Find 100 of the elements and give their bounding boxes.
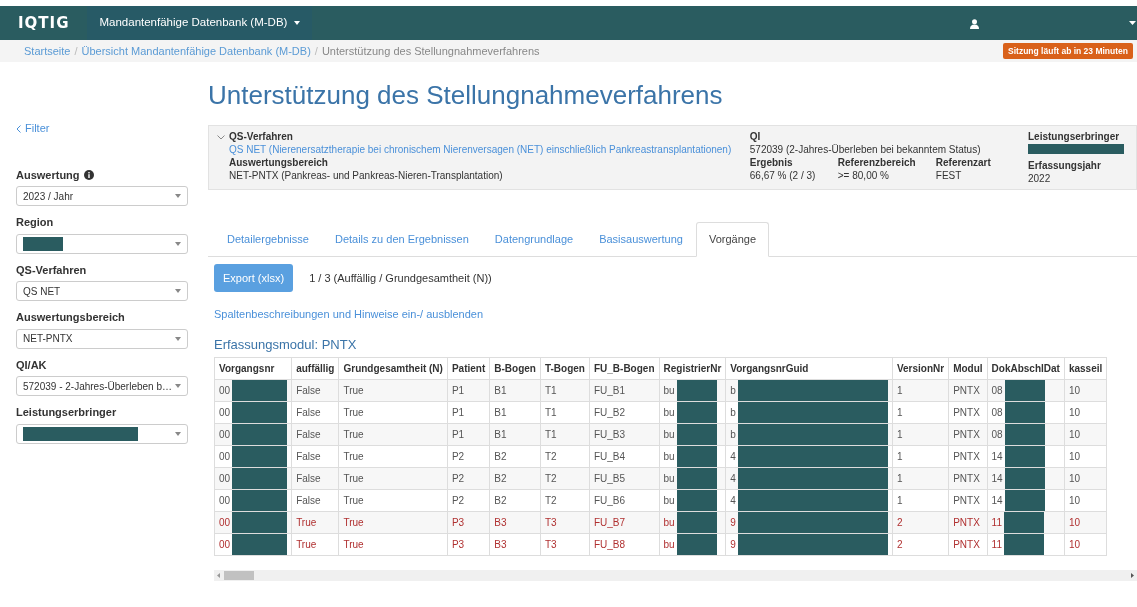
filter-label: Leistungserbringer: [16, 405, 117, 420]
caret-icon[interactable]: [175, 431, 181, 436]
caret-icon[interactable]: [175, 336, 181, 341]
table-cell-text: False: [296, 472, 321, 487]
column-header[interactable]: kasseil: [1064, 357, 1107, 380]
filter-select[interactable]: [16, 233, 188, 254]
breadcrumb-separator: /: [73, 43, 79, 59]
tab[interactable]: Vorgänge: [695, 222, 770, 257]
table-cell-text: 1: [896, 472, 903, 487]
info-icon[interactable]: [83, 169, 94, 180]
tab[interactable]: Details zu den Ergebnissen: [321, 222, 482, 257]
caret-icon[interactable]: [175, 289, 181, 293]
table-cell-text: B1: [494, 406, 507, 421]
column-header[interactable]: T-Bogen: [540, 357, 590, 380]
column-header[interactable]: Grundgesamtheit (N): [338, 357, 448, 380]
column-header[interactable]: VersionNr: [892, 357, 949, 380]
table-cell-text: False: [296, 450, 321, 465]
table-cell-text: True: [343, 450, 364, 465]
caret-icon[interactable]: [294, 21, 301, 25]
column-header[interactable]: FU_B-Bogen: [589, 357, 659, 380]
arrow-left-icon[interactable]: [217, 573, 220, 579]
module-heading: Erfassungsmodul: PNTX: [214, 335, 358, 354]
arrow-right-icon[interactable]: [1131, 573, 1134, 579]
table-cell-text: True: [343, 384, 364, 399]
table-cell-text: T2: [544, 494, 557, 509]
table-cell-text: b: [730, 384, 736, 399]
filter-select[interactable]: NET-PNTX: [16, 328, 188, 349]
table-cell-text: 10: [1068, 538, 1081, 553]
table-cell-text: FU_B1: [593, 384, 626, 399]
scrollbar-thumb[interactable]: [224, 571, 254, 581]
table-cell-text: False: [296, 406, 321, 421]
table-cell-text: False: [296, 428, 321, 443]
table-cell-text: True: [343, 428, 364, 443]
filter-select[interactable]: 572039 - 2-Jahres-Überleben b…: [16, 376, 188, 396]
table-cell-text: 11: [991, 538, 1002, 553]
column-header[interactable]: RegistrierNr: [659, 357, 726, 380]
session-timer-badge: Sitzung läuft ab in 23 Minuten: [1003, 42, 1133, 60]
app-menu-dropdown[interactable]: Mandantenfähige Datenbank (M-DB): [87, 6, 313, 40]
table-cell-text: T1: [544, 428, 557, 443]
breadcrumb-separator: /: [313, 43, 319, 59]
field-label: QI: [749, 130, 762, 144]
table-cell-text: bu: [663, 516, 675, 531]
caret-icon[interactable]: [175, 194, 181, 198]
column-header[interactable]: VorgangsnrGuid: [725, 357, 893, 380]
table-cell-text: 00: [219, 516, 231, 531]
breadcrumb-current: Unterstützung des Stellungnahmeverfahrens: [321, 43, 540, 59]
caret-icon[interactable]: [175, 384, 181, 388]
table-cell-text: 1: [896, 384, 903, 399]
filter-select[interactable]: QS NET: [16, 281, 188, 301]
table-cell-text: 1: [896, 406, 903, 421]
table-cell-text: PNTX: [953, 384, 980, 399]
column-header[interactable]: Vorgangsnr: [214, 357, 292, 380]
horizontal-scrollbar[interactable]: [214, 570, 1137, 582]
user-icon[interactable]: [970, 18, 979, 29]
table-cell-text: B1: [494, 384, 507, 399]
filter-select[interactable]: 2023 / Jahr: [16, 186, 188, 206]
table-cell-text: bu: [663, 384, 675, 399]
table-cell-text: P1: [451, 428, 465, 443]
caret-icon[interactable]: [1129, 21, 1136, 25]
column-header[interactable]: Patient: [447, 357, 490, 380]
table-cell-text: 10: [1068, 494, 1081, 509]
table-cell-text: 00: [219, 450, 231, 465]
table-cell-text: 10: [1068, 406, 1081, 421]
table-cell-text: P2: [451, 472, 465, 487]
brand-logo[interactable]: IQTIG: [0, 11, 88, 35]
table-cell-text: B1: [494, 428, 507, 443]
table-cell-text: b: [730, 406, 736, 421]
filter-label: Region: [16, 215, 54, 230]
column-header[interactable]: B-Bogen: [489, 357, 541, 380]
field-value: NET-PNTX (Pankreas- und Pankreas-Nieren-Transplantation): [229, 169, 504, 183]
field-label: Ergebnis: [749, 156, 794, 170]
column-header[interactable]: Modul: [948, 357, 988, 380]
column-header[interactable]: DokAbschlDat: [987, 357, 1065, 380]
tab[interactable]: Basisauswertung: [586, 222, 696, 257]
chevron-left-icon[interactable]: [16, 125, 21, 134]
table-cell-text: 1: [896, 494, 903, 509]
chevron-down-icon[interactable]: [217, 135, 225, 141]
column-header[interactable]: auffällig: [291, 357, 339, 380]
table-cell-text: B3: [494, 538, 507, 553]
table-cell-text: PNTX: [953, 516, 980, 531]
table-cell-text: 00: [219, 384, 231, 399]
filter-select[interactable]: [16, 423, 188, 444]
table-cell-text: T3: [544, 538, 557, 553]
table-cell-text: P1: [451, 384, 465, 399]
filter-label: Auswertungsbereich: [16, 310, 125, 325]
table-cell-text: 1: [896, 428, 903, 443]
field-value: FEST: [935, 169, 963, 183]
toggle-descriptions-link[interactable]: Spaltenbeschreibungen und Hinweise ein-/ ausblenden: [214, 306, 484, 323]
table-cell-text: False: [296, 494, 321, 509]
table-cell-text: b: [730, 428, 736, 443]
table-cell-text: False: [296, 384, 321, 399]
field-value: 572039 (2-Jahres-Überleben bei bekanntem Status): [749, 143, 982, 157]
table-cell-text: B3: [494, 516, 507, 531]
table-cell-text: 1: [896, 450, 903, 465]
table-cell-text: 10: [1068, 450, 1081, 465]
table-cell-text: bu: [663, 538, 675, 553]
table-cell-text: 2: [896, 538, 903, 553]
field-label: Referenzart: [935, 156, 992, 170]
caret-icon[interactable]: [175, 241, 181, 246]
table-cell-text: 08: [991, 406, 1003, 421]
